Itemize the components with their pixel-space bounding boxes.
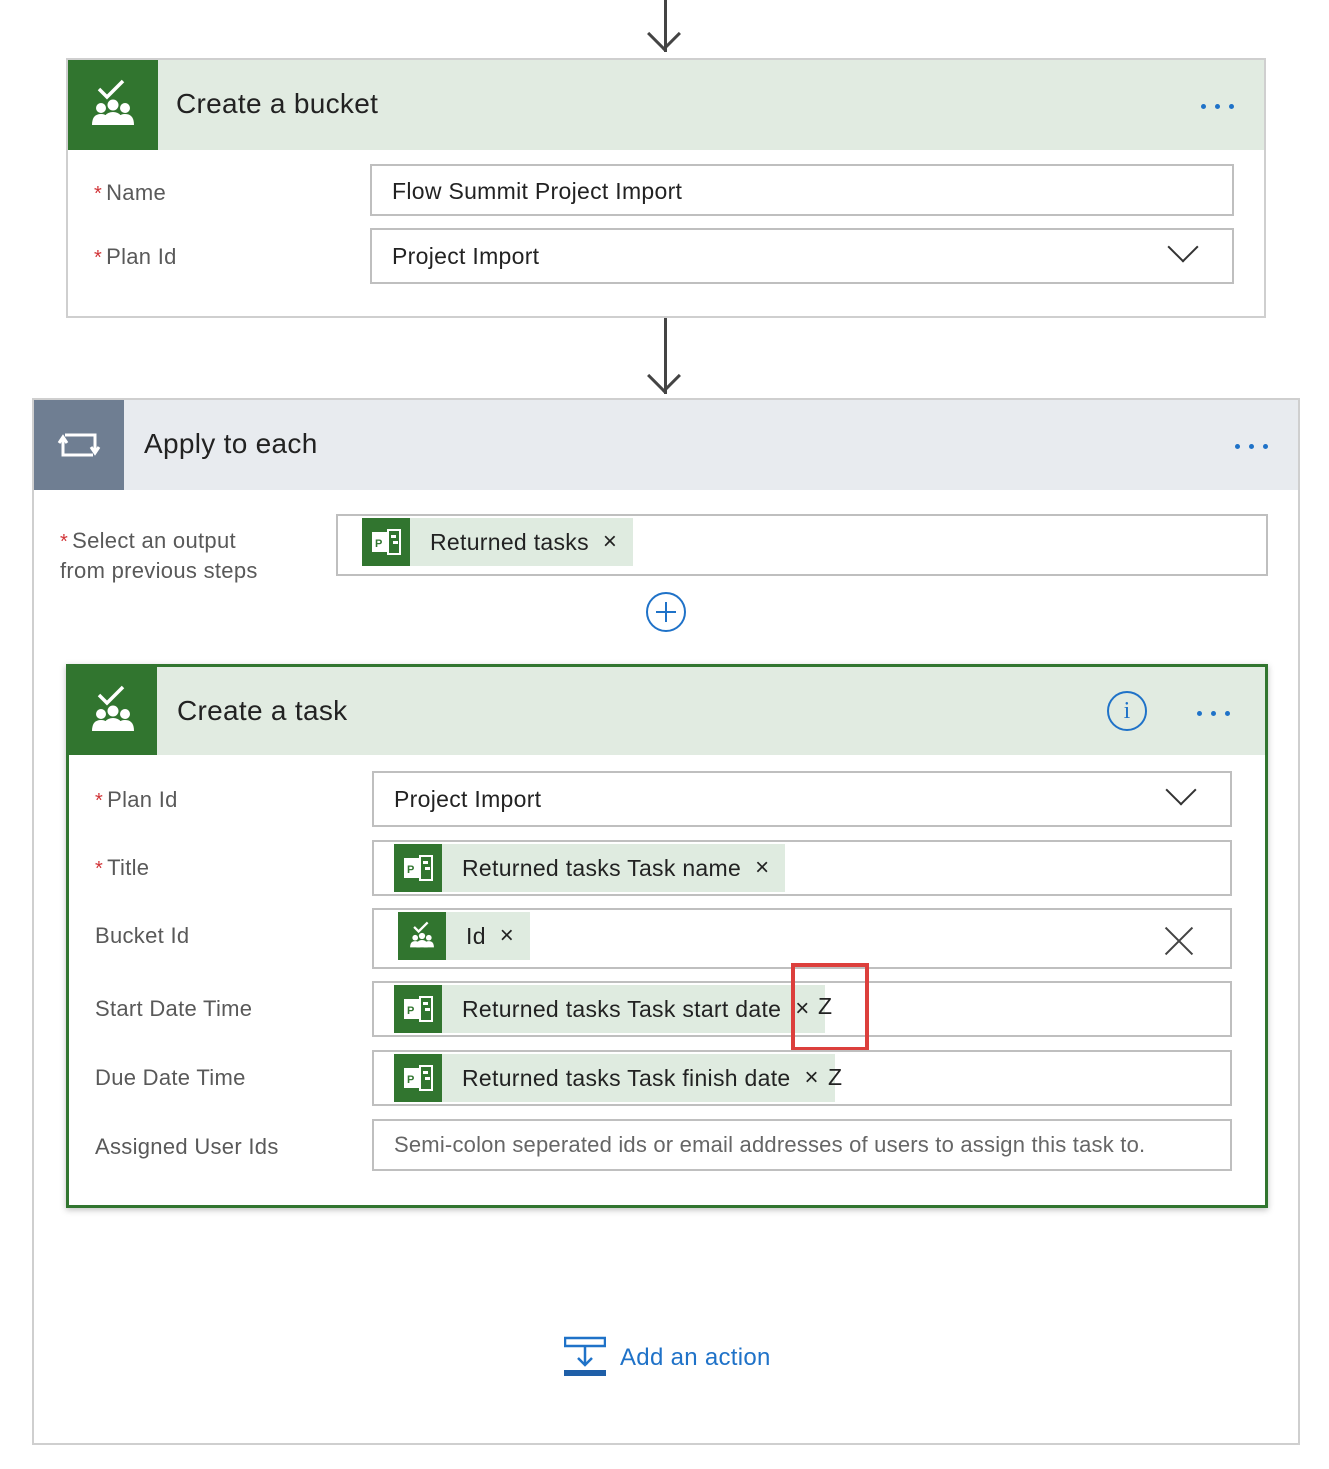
more-options-icon[interactable] — [1197, 711, 1230, 716]
apply-to-each-card: Apply to each * Select an output from pre… — [32, 398, 1300, 1445]
remove-token-icon[interactable]: × — [486, 924, 530, 948]
name-label: * Name — [94, 180, 166, 205]
svg-text:P: P — [407, 1005, 414, 1017]
remove-token-icon[interactable]: × — [589, 530, 633, 554]
assigned-users-placeholder: Semi-colon seperated ids or email addres… — [394, 1132, 1146, 1157]
token-label: Returned tasks Task finish date — [462, 1064, 791, 1091]
bucket-id-label: Bucket Id — [95, 923, 190, 948]
token-task-name[interactable]: P Returned tasks Task name × — [394, 844, 786, 892]
info-icon[interactable]: i — [1107, 691, 1147, 731]
clear-field-icon[interactable] — [1164, 926, 1194, 956]
plan-id-label: * Plan Id — [95, 787, 178, 812]
assigned-users-label: Assigned User Ids — [95, 1134, 279, 1159]
bucket-id-input[interactable]: Id × — [372, 908, 1232, 969]
token-label: Returned tasks Task start date — [462, 995, 782, 1022]
select-output-input[interactable]: P Returned tasks × — [336, 514, 1268, 576]
arrow-down-icon — [647, 17, 681, 51]
plan-id-value: Project Import — [394, 786, 542, 812]
project-icon: P — [394, 985, 442, 1033]
token-label: Returned tasks Task name — [462, 854, 742, 881]
add-action-icon — [563, 1336, 607, 1378]
loop-icon — [34, 400, 124, 490]
create-task-card: Create a task i * Plan Id Project Import … — [66, 664, 1268, 1208]
create-bucket-card: Create a bucket * Name Flow Summit Projec… — [66, 58, 1266, 318]
title-label: * Title — [95, 855, 150, 880]
arrow-down-icon — [647, 359, 681, 393]
chevron-down-icon[interactable] — [1165, 774, 1197, 806]
apply-to-each-header[interactable]: Apply to each — [34, 400, 1298, 490]
name-value: Flow Summit Project Import — [392, 178, 683, 204]
token-label: Returned tasks — [430, 528, 589, 555]
add-step-button[interactable] — [646, 592, 686, 632]
more-options-icon[interactable] — [1201, 104, 1234, 109]
due-date-label: Due Date Time — [95, 1065, 246, 1090]
svg-text:P: P — [407, 1074, 414, 1086]
select-output-label-2: from previous steps — [60, 558, 258, 583]
plan-id-dropdown[interactable]: Project Import — [372, 771, 1232, 827]
project-icon: P — [394, 1054, 442, 1102]
project-icon: P — [362, 518, 410, 566]
token-start-date[interactable]: P Returned tasks Task start date × — [394, 985, 826, 1033]
token-returned-tasks[interactable]: P Returned tasks × — [362, 518, 633, 566]
due-date-suffix: Z — [828, 1064, 843, 1090]
more-options-icon[interactable] — [1235, 444, 1268, 449]
token-bucket-id[interactable]: Id × — [398, 912, 530, 960]
add-action-button[interactable]: Add an action — [563, 1336, 804, 1380]
plan-id-label: * Plan Id — [94, 244, 177, 269]
plan-id-dropdown[interactable]: Project Import — [370, 228, 1234, 284]
card-title: Create a bucket — [176, 88, 379, 119]
create-task-header[interactable]: Create a task i — [69, 667, 1265, 755]
token-label: Id — [466, 922, 486, 949]
plan-id-value: Project Import — [392, 243, 540, 269]
start-date-label: Start Date Time — [95, 996, 253, 1021]
remove-token-icon[interactable]: × — [741, 856, 785, 880]
planner-icon — [69, 667, 157, 755]
card-title: Apply to each — [144, 428, 318, 459]
project-icon: P — [394, 844, 442, 892]
token-finish-date[interactable]: P Returned tasks Task finish date × — [394, 1054, 835, 1102]
svg-text:P: P — [407, 864, 414, 876]
name-input[interactable]: Flow Summit Project Import — [370, 164, 1234, 216]
title-input[interactable]: P Returned tasks Task name × — [372, 840, 1232, 896]
due-date-input[interactable]: P Returned tasks Task finish date × Z — [372, 1050, 1232, 1106]
highlight-box — [791, 963, 869, 1051]
planner-icon — [68, 60, 158, 150]
svg-text:P: P — [375, 538, 382, 550]
plus-icon-vertical — [665, 602, 667, 622]
assigned-users-input[interactable]: Semi-colon seperated ids or email addres… — [372, 1119, 1232, 1171]
select-output-label: * Select an output — [60, 528, 236, 553]
create-bucket-header[interactable]: Create a bucket — [68, 60, 1264, 150]
add-action-label[interactable]: Add an action — [620, 1344, 771, 1372]
card-title: Create a task — [177, 695, 348, 726]
planner-icon — [398, 912, 446, 960]
chevron-down-icon[interactable] — [1167, 231, 1199, 263]
